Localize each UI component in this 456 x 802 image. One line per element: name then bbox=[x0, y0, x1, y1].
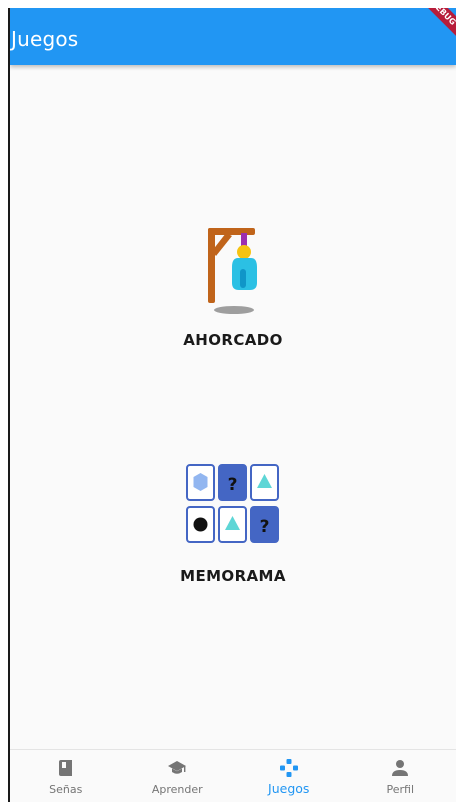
game-memorama-button[interactable]: ? ? MEMORAMA bbox=[10, 463, 456, 605]
nav-item-senas[interactable]: Señas bbox=[10, 750, 122, 802]
game-memorama-label: MEMORAMA bbox=[180, 567, 286, 585]
games-list: AHORCADO ? ? MEMORAMA bbox=[10, 65, 456, 751]
nav-item-label: Perfil bbox=[386, 783, 415, 796]
hangman-icon bbox=[208, 228, 257, 314]
person-icon bbox=[392, 760, 409, 776]
svg-text:?: ? bbox=[260, 517, 270, 537]
nav-item-label: Señas bbox=[49, 783, 83, 796]
page-title: Juegos bbox=[11, 27, 79, 51]
nav-item-juegos[interactable]: Juegos bbox=[233, 750, 345, 802]
app-bar: Juegos DEBUG bbox=[10, 8, 456, 65]
debug-banner: DEBUG bbox=[413, 8, 456, 43]
book-icon bbox=[58, 760, 72, 776]
gamepad-icon bbox=[279, 759, 298, 777]
game-ahorcado-label: AHORCADO bbox=[183, 331, 283, 349]
bottom-navigation: Señas Aprender Juegos Perfil bbox=[10, 749, 456, 802]
nav-item-label: Juegos bbox=[268, 781, 310, 796]
game-ahorcado-button[interactable]: AHORCADO bbox=[10, 225, 456, 375]
nav-item-aprender[interactable]: Aprender bbox=[122, 750, 234, 802]
graduation-cap-icon bbox=[168, 761, 187, 774]
app-frame: Juegos DEBUG AHORCADO ? ? MEMORAMA Señas… bbox=[8, 8, 456, 802]
memory-cards-icon: ? ? bbox=[186, 464, 279, 543]
svg-text:?: ? bbox=[228, 475, 238, 495]
nav-item-perfil[interactable]: Perfil bbox=[345, 750, 456, 802]
nav-item-label: Aprender bbox=[151, 783, 203, 796]
